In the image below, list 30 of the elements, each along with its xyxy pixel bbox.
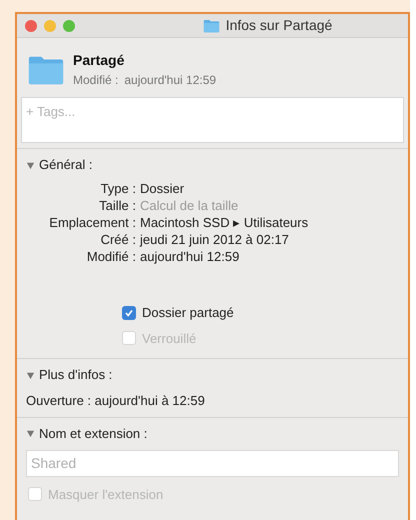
field-value: Macintosh SSD ▸ Utilisateurs [140, 214, 310, 231]
field-value: Dossier [140, 180, 186, 197]
checkbox-label: Dossier partagé [142, 304, 234, 322]
field-value: aujourd'hui 12:59 [140, 248, 240, 265]
modified-value: aujourd'hui 12:59 [124, 72, 216, 89]
tags-field[interactable]: + Tags... [21, 97, 404, 143]
disclosure-triangle-icon[interactable] [26, 429, 35, 438]
field-value: jeudi 21 juin 2012 à 02:17 [140, 231, 290, 248]
field-label: Modifié : [86, 248, 136, 265]
folder-name: Partagé [73, 51, 126, 70]
close-icon[interactable] [25, 20, 37, 32]
folder-icon [202, 18, 220, 32]
field-label: Emplacement : [48, 214, 136, 231]
minimize-icon[interactable] [44, 20, 56, 32]
section-title[interactable]: Nom et extension : [39, 424, 148, 444]
field-label: Type : [100, 180, 136, 197]
modified-label: Modifié : [73, 72, 118, 89]
folder-icon [27, 54, 65, 86]
checkbox[interactable] [122, 306, 136, 320]
zoom-icon[interactable] [63, 20, 75, 32]
field-value: Calcul de la taille [140, 197, 240, 214]
disclosure-triangle-icon[interactable] [26, 160, 35, 170]
field-label: Taille : [98, 197, 136, 214]
section-title[interactable]: Plus d'infos : [39, 365, 112, 385]
field-label: Créé : [100, 231, 136, 248]
window-title: Infos sur Partagé [226, 16, 332, 35]
section-title[interactable]: Général : [39, 155, 92, 175]
checkmark-icon [124, 308, 134, 318]
opening-info: Ouverture : aujourd'hui à 12:59 [26, 392, 206, 410]
disclosure-triangle-icon[interactable] [26, 370, 35, 380]
